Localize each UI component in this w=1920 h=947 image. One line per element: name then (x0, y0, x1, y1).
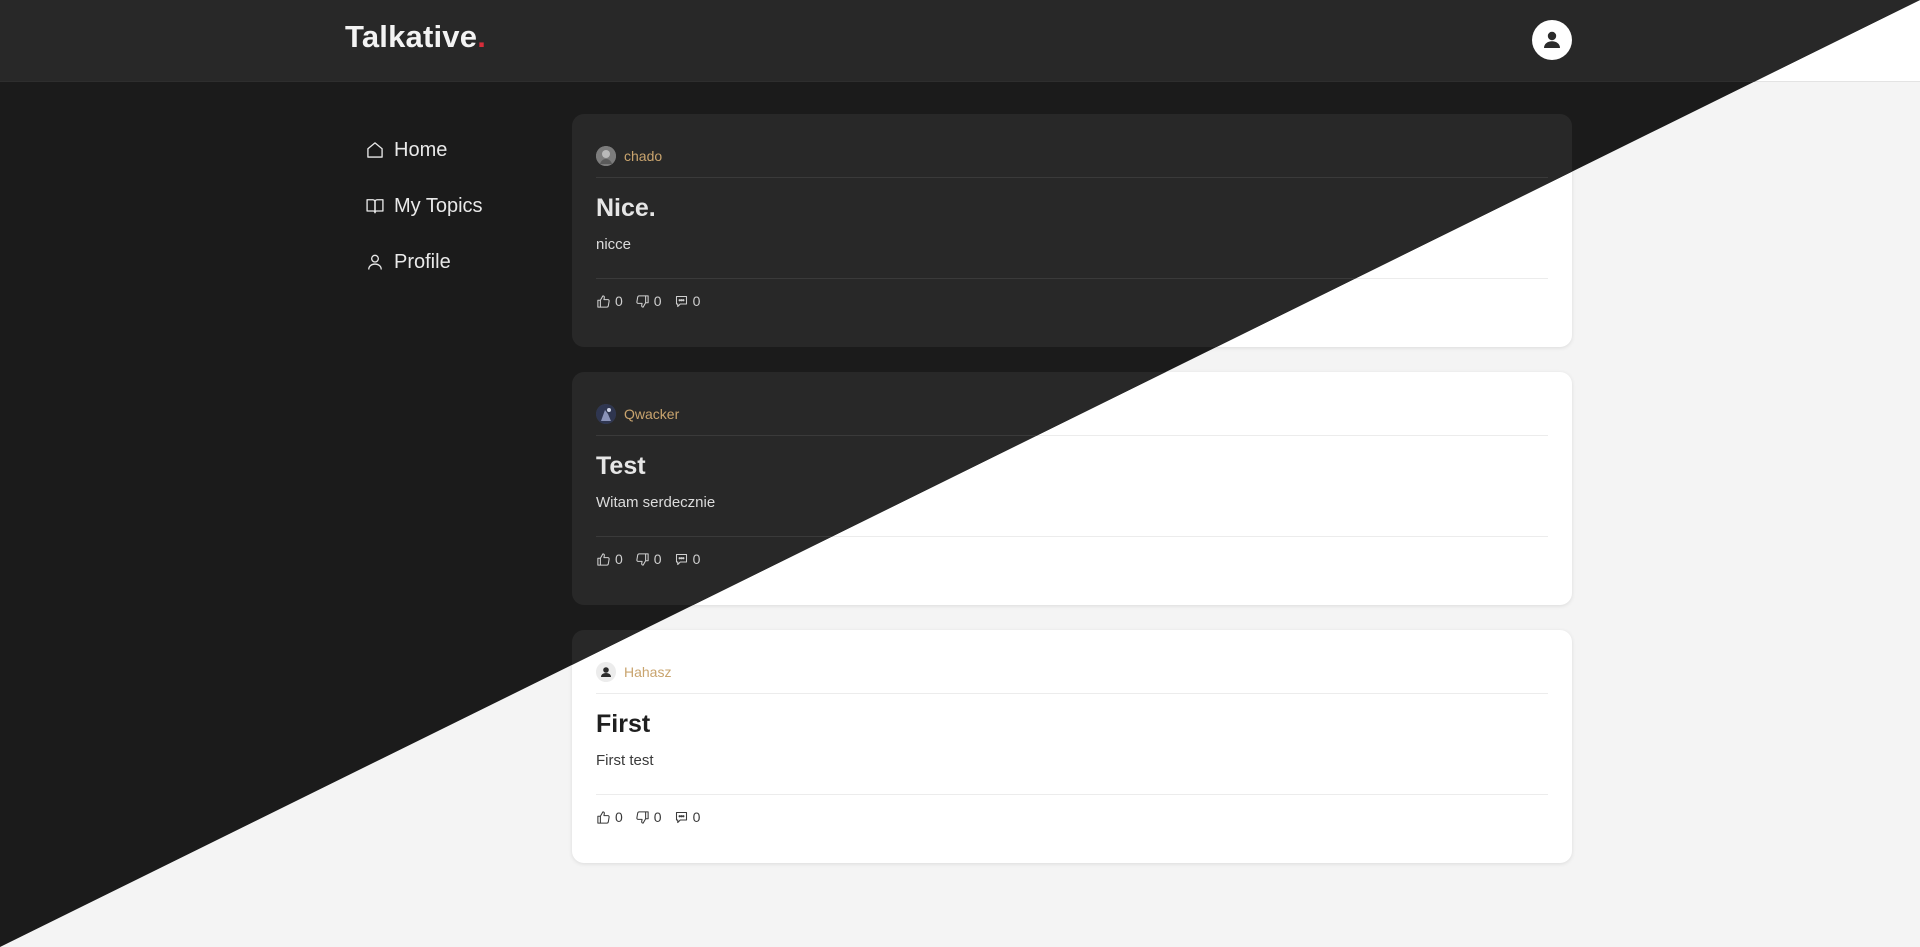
comment-count: 0 (692, 293, 701, 309)
book-icon (365, 196, 385, 216)
post-author[interactable]: Hahasz (596, 662, 671, 682)
author-avatar (596, 404, 616, 424)
dislike-button[interactable]: 0 (635, 551, 662, 567)
sidebar-nav: Home My Topics Profile (365, 122, 483, 290)
comment-button[interactable]: 0 (674, 809, 701, 825)
sidebar-item-label: Home (394, 138, 448, 161)
sidebar-item-my-topics[interactable]: My Topics (365, 178, 483, 234)
author-name: Hahasz (624, 664, 672, 680)
thumbs-down-icon (636, 810, 649, 824)
comment-button[interactable]: 0 (674, 293, 701, 309)
divider (596, 177, 1548, 178)
post-title[interactable]: First (596, 710, 650, 739)
brand-dot: . (477, 19, 487, 54)
dislike-count: 0 (653, 551, 662, 567)
like-count: 0 (615, 809, 623, 825)
post-actions: 0 0 0 (596, 809, 712, 825)
comment-button[interactable]: 0 (674, 551, 701, 567)
post-body: Witam serdecznie (596, 494, 716, 511)
thumbs-up-icon (597, 294, 610, 308)
sidebar-item-profile[interactable]: Profile (365, 234, 483, 290)
thumbs-down-icon (636, 294, 649, 308)
author-avatar (596, 146, 616, 166)
post-actions: 0 0 0 (596, 551, 712, 567)
comment-count: 0 (692, 809, 701, 825)
dislike-button[interactable]: 0 (635, 293, 662, 309)
user-avatar-icon (1544, 31, 1560, 48)
sidebar-item-label: Profile (394, 250, 451, 273)
thumbs-down-icon (636, 552, 649, 566)
brand-logo[interactable]: Talkative. (345, 19, 486, 55)
like-count: 0 (615, 551, 623, 567)
dislike-count: 0 (653, 809, 662, 825)
comment-count: 0 (692, 551, 701, 567)
comment-icon (675, 811, 687, 823)
post-title[interactable]: Nice. (596, 194, 656, 223)
brand-name: Talkative (345, 19, 478, 54)
like-button[interactable]: 0 (596, 551, 623, 567)
like-button[interactable]: 0 (596, 809, 623, 825)
post-author[interactable]: Qwacker (596, 404, 679, 424)
sidebar-item-home[interactable]: Home (365, 122, 483, 178)
dislike-count: 0 (653, 293, 662, 309)
comment-icon (675, 295, 687, 307)
like-button[interactable]: 0 (596, 293, 623, 309)
post-actions: 0 0 0 (596, 293, 712, 309)
top-header: Talkative. (0, 0, 1920, 82)
post-title[interactable]: Test (596, 452, 646, 481)
comment-icon (675, 553, 687, 565)
thumbs-up-icon (597, 810, 610, 824)
like-count: 0 (615, 293, 623, 309)
dislike-button[interactable]: 0 (635, 809, 662, 825)
post-body: nicce (596, 236, 632, 253)
user-icon (365, 252, 385, 272)
author-name: chado (624, 148, 663, 164)
author-avatar (596, 662, 616, 682)
author-name: Qwacker (624, 406, 680, 422)
divider (596, 693, 1548, 694)
post-author[interactable]: chado (596, 146, 662, 166)
user-avatar-button[interactable] (1532, 20, 1572, 60)
post-body: First test (596, 752, 654, 769)
post-card[interactable]: Hahasz First First test 0 0 0 (572, 630, 1572, 863)
divider (596, 794, 1548, 795)
thumbs-up-icon (597, 552, 610, 566)
sidebar-item-label: My Topics (394, 194, 483, 217)
home-icon (365, 140, 385, 160)
